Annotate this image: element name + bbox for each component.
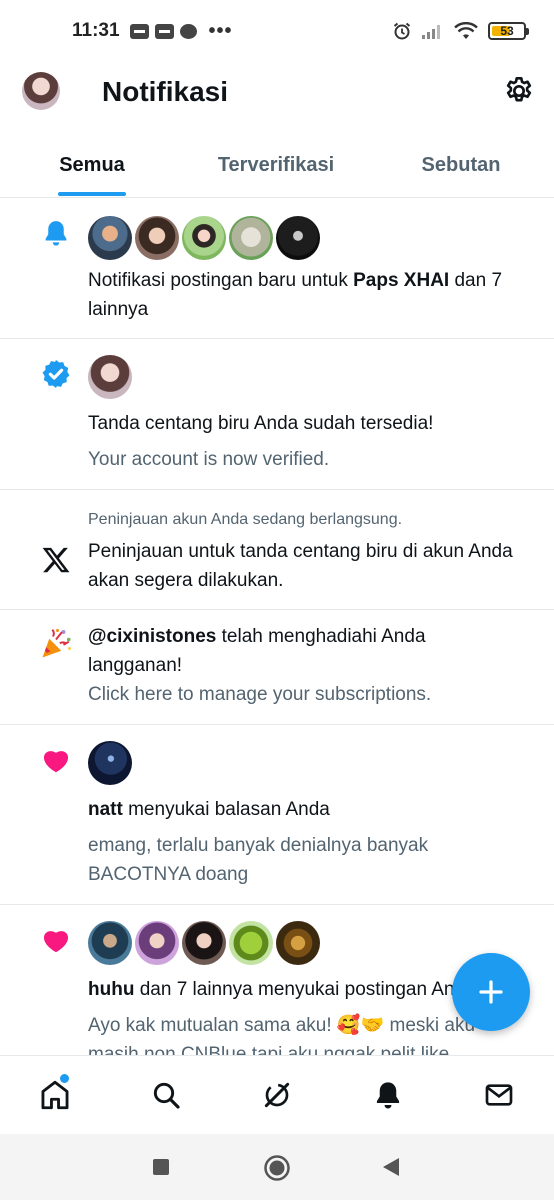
avatar[interactable] [182, 216, 226, 260]
avatar[interactable] [276, 216, 320, 260]
notification-item[interactable]: Tanda centang biru Anda sudah tersedia! … [0, 339, 554, 490]
party-popper-icon [38, 626, 74, 662]
plus-icon [479, 980, 503, 1004]
nav-messages[interactable] [443, 1056, 554, 1134]
notification-caption: Peninjauan akun Anda sedang berlangsung. [88, 511, 403, 528]
profile-avatar[interactable] [22, 72, 60, 110]
avatar[interactable] [135, 216, 179, 260]
notification-subtext: Your account is now verified. [88, 449, 330, 470]
page-title: Notifikasi [102, 76, 229, 107]
nav-home[interactable] [0, 1056, 111, 1134]
status-notification-icons: ••• [129, 19, 233, 43]
mail-icon [485, 1084, 512, 1106]
bell-icon [376, 1082, 399, 1109]
recents-button[interactable] [152, 1158, 170, 1181]
avatar[interactable] [88, 741, 132, 785]
notification-item[interactable]: @cixinistones telah menghadiahi Anda lan… [0, 610, 554, 725]
tab-label: Terverifikasi [217, 154, 335, 176]
x-logo-icon [38, 542, 74, 578]
avatar-group [88, 216, 320, 260]
avatar[interactable] [276, 921, 320, 965]
settings-button[interactable] [502, 74, 536, 108]
circle-icon [264, 1155, 290, 1181]
nav-search[interactable] [111, 1056, 222, 1134]
nav-notifications[interactable] [332, 1056, 443, 1134]
active-tab-indicator [58, 192, 126, 196]
signal-icon [422, 25, 440, 39]
message-icon [129, 23, 149, 39]
unread-dot [60, 1074, 69, 1083]
wifi-icon [454, 22, 478, 39]
avatar[interactable] [229, 216, 273, 260]
notification-item[interactable]: Peninjauan akun Anda sedang berlangsung.… [0, 490, 554, 610]
grok-icon [264, 1082, 290, 1108]
back-button[interactable] [382, 1157, 400, 1182]
tab-label: Sebutan [421, 154, 501, 176]
home-button[interactable] [263, 1154, 291, 1187]
tab-all[interactable]: Semua [0, 136, 184, 197]
triangle-back-icon [383, 1158, 399, 1176]
text-suffix: menyukai balasan Anda [122, 799, 330, 820]
avatar[interactable] [135, 921, 179, 965]
user-name[interactable]: natt [88, 799, 123, 820]
avatar[interactable] [88, 921, 132, 965]
more-notifications-icon: ••• [208, 19, 233, 42]
heart-icon [38, 922, 74, 958]
notification-item[interactable]: Notifikasi postingan baru untuk Paps XHA… [0, 199, 554, 339]
status-time: 11:31 [72, 20, 120, 41]
avatar[interactable] [88, 216, 132, 260]
square-icon [153, 1159, 169, 1175]
manage-subscriptions-link[interactable]: Click here to manage your subscriptions. [88, 680, 514, 709]
notification-feed[interactable]: Notifikasi postingan baru untuk Paps XHA… [0, 199, 554, 1055]
compose-button[interactable] [452, 953, 530, 1031]
user-name[interactable]: huhu [88, 979, 134, 1000]
tab-label: Semua [59, 154, 125, 176]
nav-grok[interactable] [222, 1056, 333, 1134]
tab-verified[interactable]: Terverifikasi [184, 136, 368, 197]
status-bar: 11:31 ••• 53 [0, 0, 554, 62]
chat-bubble-icon [179, 23, 197, 39]
bell-icon [38, 215, 74, 251]
gear-icon [506, 77, 532, 102]
notification-text: Tanda centang biru Anda sudah tersedia! [88, 413, 434, 434]
notification-subtext: Ayo kak mutualan sama aku! 🥰🤝 meski aku … [88, 1015, 476, 1055]
avatar-group [88, 921, 320, 965]
notification-text: Notifikasi postingan baru untuk Paps XHA… [88, 266, 514, 324]
alarm-icon [393, 22, 411, 40]
avatar[interactable] [229, 921, 273, 965]
text-suffix: dan 7 lainnya menyukai postingan Anda [134, 979, 476, 1000]
system-navigation-bar [0, 1134, 554, 1200]
search-icon [154, 1082, 180, 1109]
text-prefix: Notifikasi postingan baru untuk [88, 270, 354, 291]
home-icon [41, 1080, 69, 1110]
verified-badge-icon [38, 356, 74, 392]
tab-mentions[interactable]: Sebutan [368, 136, 554, 197]
avatar-group [88, 355, 132, 399]
message-icon [154, 23, 174, 39]
notification-text: @cixinistones telah menghadiahi Anda lan… [88, 622, 514, 680]
notification-subtext: emang, terlalu banyak denialnya banyak B… [88, 835, 429, 885]
battery-indicator: 53 [488, 22, 529, 40]
avatar[interactable] [182, 921, 226, 965]
notification-text: Peninjauan untuk tanda centang biru di a… [88, 541, 513, 591]
avatar-group [88, 741, 132, 785]
battery-level: 53 [500, 24, 514, 38]
bottom-navigation [0, 1055, 554, 1133]
user-name[interactable]: Paps XHAI [353, 270, 449, 291]
notification-text: natt menyukai balasan Anda [88, 795, 514, 824]
avatar[interactable] [88, 355, 132, 399]
app-header: Notifikasi [0, 62, 554, 124]
notification-item[interactable]: natt menyukai balasan Anda emang, terlal… [0, 725, 554, 905]
heart-icon [38, 742, 74, 778]
notification-tabs: Semua Terverifikasi Sebutan [0, 136, 554, 198]
user-handle[interactable]: @cixinistones [88, 626, 216, 647]
